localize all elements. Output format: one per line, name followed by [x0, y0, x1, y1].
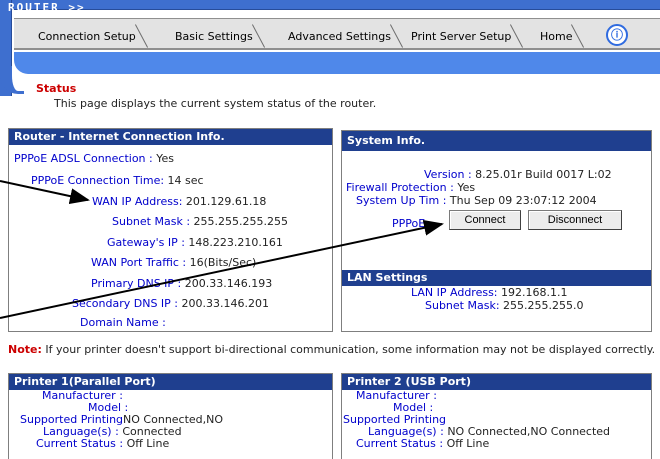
pppoe-adsl-connection: PPPoE ADSL Connection : Yes: [14, 152, 174, 165]
info-icon[interactable]: ⓘ: [606, 24, 628, 46]
secondary-dns-ip: Secondary DNS IP : 200.33.146.201: [72, 297, 269, 310]
lan-settings-heading: LAN Settings: [342, 270, 651, 286]
page-title: Status: [36, 82, 77, 95]
lan-subnet-mask: Subnet Mask: 255.255.255.0: [425, 299, 584, 312]
tab-advanced-settings[interactable]: Advanced Settings: [278, 27, 391, 47]
domain-name: Domain Name :: [80, 316, 166, 329]
printer1-heading: Printer 1(Parallel Port): [9, 374, 332, 390]
pppoe-control: PPPoE :: [392, 217, 433, 230]
primary-dns-ip: Primary DNS IP : 200.33.146.193: [91, 277, 273, 290]
page-description: This page displays the current system st…: [54, 97, 377, 110]
tab-home[interactable]: Home: [530, 27, 572, 47]
pppoe-connection-time: PPPoE Connection Time: 14 sec: [31, 174, 204, 187]
header-blue-band: [14, 52, 660, 74]
gateway-ip: Gateway's IP : 148.223.210.161: [107, 236, 283, 249]
tab-print-server-setup[interactable]: Print Server Setup: [401, 27, 511, 47]
firewall-protection: Firewall Protection : Yes: [346, 181, 476, 194]
lan-ip-address: LAN IP Address: 192.168.1.1: [411, 286, 568, 299]
disconnect-button[interactable]: Disconnect: [528, 210, 622, 230]
wan-ip-address: WAN IP Address: 201.129.61.18: [92, 195, 267, 208]
system-up-time: System Up Tim : Thu Sep 09 23:07:12 2004: [356, 194, 597, 207]
version: Version : 8.25.01r Build 0017 L:02: [424, 168, 612, 181]
printer2-heading: Printer 2 (USB Port): [342, 374, 651, 390]
printer-note: Note: If your printer doesn't support bi…: [8, 343, 656, 356]
subnet-mask: Subnet Mask : 255.255.255.255: [112, 215, 289, 228]
tab-connection-setup[interactable]: Connection Setup: [28, 27, 136, 47]
printer1-current-status: Current Status : Off Line: [36, 437, 170, 450]
system-info-heading: System Info.: [342, 131, 651, 151]
router-logo: ROUTER >>: [8, 1, 86, 14]
printer2-current-status: Current Status : Off Line: [356, 437, 490, 450]
connect-button[interactable]: Connect: [449, 210, 521, 230]
router-info-heading: Router - Internet Connection Info.: [9, 129, 332, 145]
wan-port-traffic: WAN Port Traffic : 16(Bits/Sec): [91, 256, 257, 269]
router-header: ROUTER >> Connection Setup Basic Setting…: [0, 0, 660, 96]
tab-basic-settings[interactable]: Basic Settings: [165, 27, 253, 47]
